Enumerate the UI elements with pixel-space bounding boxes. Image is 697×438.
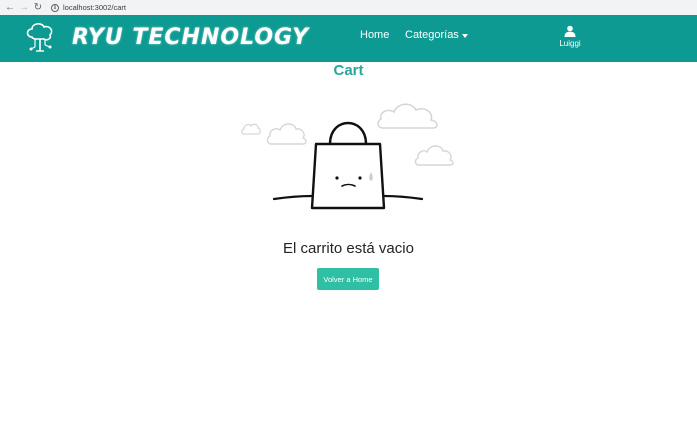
empty-cart-message: El carrito está vacio — [283, 240, 414, 257]
address-bar[interactable]: i localhost:3002/cart — [51, 2, 126, 14]
forward-arrow-icon[interactable]: → — [17, 1, 31, 15]
tree-circuit-icon — [26, 23, 53, 52]
user-name: Luiggi — [559, 39, 581, 48]
user-menu[interactable]: Luiggi — [555, 25, 585, 48]
cloud-icon — [241, 123, 261, 135]
nav-categorias-dropdown[interactable]: Categorías — [405, 29, 468, 41]
cloud-icon — [266, 123, 307, 145]
user-icon — [564, 25, 576, 37]
back-arrow-icon[interactable]: ← — [3, 1, 17, 15]
nav-home-link[interactable]: Home — [360, 29, 389, 41]
cloud-icon — [377, 103, 438, 129]
nav-categorias-label: Categorías — [405, 29, 459, 41]
cloud-icon — [414, 145, 454, 166]
brand-logo[interactable]: RYU TECHNOLOGY — [22, 19, 309, 55]
browser-toolbar: ← → ↻ i localhost:3002/cart — [0, 0, 697, 15]
info-icon[interactable]: i — [51, 3, 59, 12]
brand-name: RYU TECHNOLOGY — [72, 24, 310, 50]
navbar: RYU TECHNOLOGY Home Categorías Luiggi — [0, 15, 697, 62]
reload-icon[interactable]: ↻ — [31, 1, 45, 15]
back-to-home-button[interactable]: Volver a Home — [317, 268, 379, 290]
empty-bag-illustration — [241, 103, 454, 210]
page-title: Cart — [333, 62, 364, 79]
caret-down-icon — [461, 33, 468, 38]
url-text: localhost:3002/cart — [63, 3, 126, 12]
